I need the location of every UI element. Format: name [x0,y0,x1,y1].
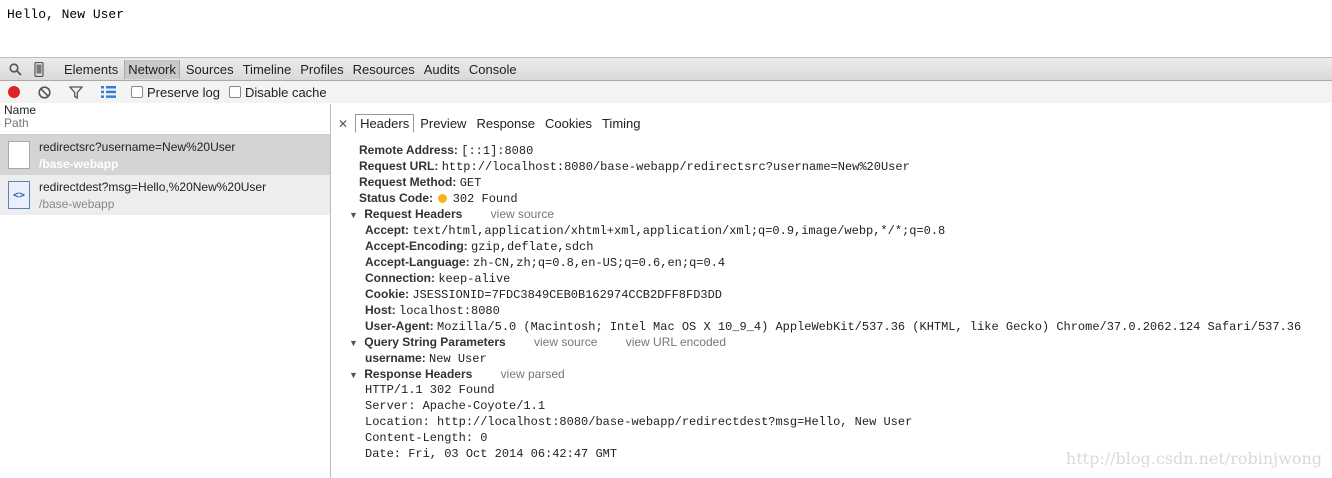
request-path: /base-webapp [39,156,119,171]
header-row: Cookie: JSESSIONID=7FDC3849CEB0B162974CC… [359,286,1301,302]
path-header-label: Path [4,116,29,130]
tab-elements[interactable]: Elements [61,60,121,79]
tab-cookies[interactable]: Cookies [541,115,596,132]
expand-triangle-icon[interactable]: ▼ [349,338,358,348]
header-value: zh-CN,zh;q=0.8,en-US;q=0.6,en;q=0.4 [473,256,726,270]
detail-tabs: ✕ Headers Preview Response Cookies Timin… [331,114,647,133]
request-url-value: http://localhost:8080/base-webapp/redire… [441,160,910,174]
list-item[interactable]: <> redirectdest?msg=Hello,%20New%20User … [0,175,330,215]
request-method-key: Request Method: [359,175,457,189]
header-key: Accept-Encoding: [365,239,468,253]
view-parsed-link[interactable]: view parsed [501,367,565,381]
disable-cache-box[interactable] [228,86,241,98]
header-row: Accept-Encoding: gzip,deflate,sdch [359,238,1301,254]
view-source-link[interactable]: view source [491,207,554,221]
header-row: User-Agent: Mozilla/5.0 (Macintosh; Inte… [359,318,1301,334]
header-key: Accept-Language: [365,255,470,269]
request-url-row: Request URL: http://localhost:8080/base-… [359,158,1301,174]
clear-icon[interactable] [38,85,51,99]
raw-header-line: Content-Length: 0 [365,431,488,445]
tab-timing[interactable]: Timing [598,115,645,132]
tab-timeline[interactable]: Timeline [240,60,295,79]
preserve-log-checkbox[interactable]: Preserve log [131,85,220,100]
request-details: ✕ Headers Preview Response Cookies Timin… [331,104,1332,478]
tab-resources[interactable]: Resources [350,60,418,79]
remote-address-key: Remote Address: [359,143,458,157]
preserve-log-label: Preserve log [147,84,220,100]
query-param-row: username: New User [359,350,1301,366]
request-method-row: Request Method: GET [359,174,1301,190]
headers-pane: Remote Address: [::1]:8080 Request URL: … [349,142,1301,462]
header-value: text/html,application/xhtml+xml,applicat… [412,224,946,238]
tab-response[interactable]: Response [472,115,539,132]
request-list: Name Path redirectsrc?username=New%20Use… [0,104,331,478]
expand-triangle-icon[interactable]: ▼ [349,210,358,220]
header-value: gzip,deflate,sdch [471,240,594,254]
raw-header-line: Location: http://localhost:8080/base-web… [365,415,913,429]
header-row: Accept-Language: zh-CN,zh;q=0.8,en-US;q=… [359,254,1301,270]
tab-profiles[interactable]: Profiles [297,60,346,79]
view-url-encoded-link[interactable]: view URL encoded [626,335,726,349]
request-name: redirectsrc?username=New%20User [39,139,236,154]
list-item[interactable]: redirectsrc?username=New%20User /base-we… [0,135,330,175]
search-icon[interactable] [7,61,23,77]
page-body-text: Hello, New User [7,7,125,22]
header-key: Cookie: [365,287,410,301]
header-value: JSESSIONID=7FDC3849CEB0B162974CCB2DFF8FD… [412,288,723,302]
mobile-device-icon[interactable] [31,61,47,77]
tab-headers[interactable]: Headers [355,114,415,133]
filter-icon[interactable] [69,85,83,99]
tab-network[interactable]: Network [124,59,180,79]
tab-sources[interactable]: Sources [183,60,237,79]
tab-console[interactable]: Console [466,60,520,79]
status-dot-icon [438,194,448,203]
document-icon [8,141,30,169]
request-path: /base-webapp [39,196,115,211]
devtools-tabbar: Elements Network Sources Timeline Profil… [0,57,1332,81]
request-headers-section[interactable]: ▼ Request Headers view source [349,206,1301,222]
remote-address-value: [::1]:8080 [461,144,534,158]
disable-cache-checkbox[interactable]: Disable cache [228,84,327,100]
preserve-log-box[interactable] [131,86,143,98]
header-key: Accept: [365,223,410,237]
expand-triangle-icon[interactable]: ▼ [349,370,358,380]
header-value: localhost:8080 [399,304,500,318]
request-url-key: Request URL: [359,159,439,173]
param-value: New User [429,352,487,366]
request-headers-title: Request Headers [364,207,463,221]
html-file-icon: <> [8,181,30,209]
request-name: redirectdest?msg=Hello,%20New%20User [39,179,267,194]
tab-audits[interactable]: Audits [421,60,463,79]
close-icon[interactable]: ✕ [338,117,348,131]
query-params-title: Query String Parameters [364,335,506,349]
header-key: Host: [365,303,396,317]
request-method-value: GET [459,176,482,190]
status-code-value: 302 Found [452,192,518,206]
disable-cache-label: Disable cache [244,84,327,100]
remote-address-row: Remote Address: [::1]:8080 [359,142,1301,158]
header-row: Accept: text/html,application/xhtml+xml,… [359,222,1301,238]
query-params-section[interactable]: ▼ Query String Parameters view source vi… [349,334,1301,350]
list-view-icon[interactable] [101,86,116,98]
status-code-row: Status Code: 302 Found [359,190,1301,206]
header-row: Host: localhost:8080 [359,302,1301,318]
response-headers-section[interactable]: ▼ Response Headers view parsed [349,366,1301,382]
watermark: http://blog.csdn.net/robinjwong [1065,449,1322,468]
record-icon[interactable] [8,86,20,98]
header-key: User-Agent: [365,319,434,333]
header-value: keep-alive [438,272,511,286]
header-row: Connection: keep-alive [359,270,1301,286]
network-toolbar: Preserve log Disable cache [0,81,1332,103]
view-source-link[interactable]: view source [534,335,597,349]
name-column-header[interactable]: Name Path [0,104,330,135]
name-header-label: Name [4,103,37,117]
status-code-key: Status Code: [359,191,434,205]
header-key: Connection: [365,271,435,285]
response-headers-title: Response Headers [364,367,473,381]
param-key: username: [365,351,426,365]
raw-header-line: HTTP/1.1 302 Found [365,383,495,397]
raw-header-line: Server: Apache-Coyote/1.1 [365,399,546,413]
tab-preview[interactable]: Preview [416,115,470,132]
header-value: Mozilla/5.0 (Macintosh; Intel Mac OS X 1… [437,320,1302,334]
